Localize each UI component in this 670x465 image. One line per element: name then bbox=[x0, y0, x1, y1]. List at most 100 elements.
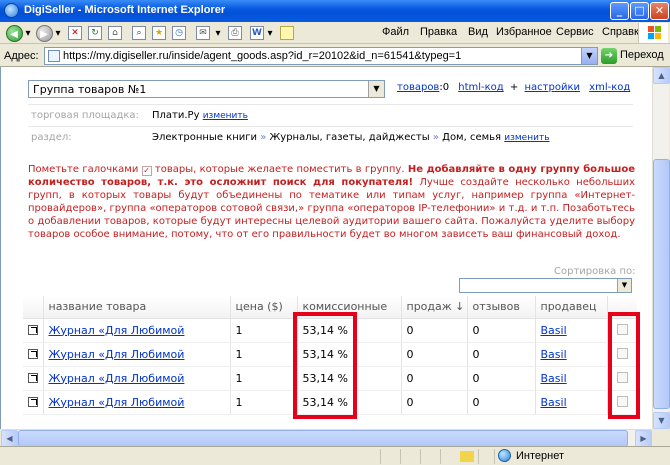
vertical-scroll-thumb[interactable] bbox=[653, 159, 670, 409]
row-sales: 0 bbox=[400, 342, 467, 367]
row-seller-cell: Basil bbox=[534, 318, 607, 343]
edit-button[interactable]: W bbox=[248, 24, 266, 42]
vertical-scrollbar[interactable]: ▲ ▼ bbox=[652, 67, 670, 429]
scroll-up-button[interactable]: ▲ bbox=[653, 67, 670, 84]
back-button[interactable]: ◀ bbox=[4, 24, 24, 42]
row-seller-cell: Basil bbox=[534, 366, 607, 391]
header-seller[interactable]: продавец bbox=[534, 296, 607, 319]
search-button[interactable]: ⌕ bbox=[130, 24, 148, 42]
seller-link[interactable]: Basil bbox=[541, 324, 567, 337]
row-reviews: 0 bbox=[466, 318, 535, 343]
external-link-icon[interactable] bbox=[28, 372, 38, 383]
favorites-button[interactable]: ★ bbox=[150, 24, 168, 42]
header-reviews[interactable]: отзывов bbox=[466, 296, 535, 319]
print-button[interactable]: ⎙ bbox=[226, 24, 244, 42]
external-link-icon[interactable] bbox=[28, 396, 38, 407]
status-bar: Интернет bbox=[0, 446, 670, 465]
group-select[interactable]: Группа товаров №1 ▼ bbox=[28, 80, 385, 98]
platform-row: торговая площадка: Плати.Ру изменить bbox=[28, 104, 633, 126]
close-button[interactable]: ✕ bbox=[650, 2, 669, 20]
notice-part-1: Пометьте галочками bbox=[28, 164, 139, 175]
menu-favorites[interactable]: Избранное bbox=[496, 26, 552, 38]
seller-link[interactable]: Basil bbox=[541, 372, 567, 385]
section-item-1: Электронные книги bbox=[152, 132, 257, 143]
ie-logo-icon bbox=[4, 3, 19, 18]
mail-dropdown-button[interactable]: ▾ bbox=[214, 24, 222, 42]
external-link-icon[interactable] bbox=[28, 348, 38, 359]
history-button[interactable]: ◷ bbox=[170, 24, 188, 42]
chevron-down-icon: ▼ bbox=[617, 279, 631, 292]
group-select-value: Группа товаров №1 bbox=[33, 83, 147, 96]
menu-file[interactable]: Файл bbox=[382, 26, 409, 38]
settings-link[interactable]: настройки bbox=[524, 82, 580, 93]
checkbox-highlight bbox=[608, 312, 640, 419]
menu-tools[interactable]: Сервис bbox=[556, 26, 594, 38]
edit-dropdown-button[interactable]: ▾ bbox=[266, 24, 274, 42]
group-links: товаров:0 html-код + настройки xml-код bbox=[397, 82, 630, 93]
toolbar: ◀ ▾ ▶ ▾ ✕ ↻ ⌂ ⌕ ★ ◷ ✉ ▾ ⎙ W ▾ Файл Правк… bbox=[0, 22, 670, 44]
refresh-button[interactable]: ↻ bbox=[86, 24, 104, 42]
xml-code-link[interactable]: xml-код bbox=[589, 82, 630, 93]
menu-view[interactable]: Вид bbox=[468, 26, 488, 38]
address-label: Адрес: bbox=[4, 50, 39, 62]
breadcrumb-arrow-icon: » bbox=[260, 132, 267, 143]
refresh-icon: ↻ bbox=[88, 26, 102, 40]
home-button[interactable]: ⌂ bbox=[106, 24, 124, 42]
sort-label: Сортировка по: bbox=[554, 266, 636, 277]
header-icon-cell bbox=[23, 296, 43, 319]
section-label: раздел: bbox=[31, 132, 72, 143]
horizontal-scrollbar[interactable]: ◀ ▶ bbox=[1, 429, 652, 447]
word-icon: W bbox=[250, 26, 264, 40]
product-link[interactable]: Журнал «Для Любимой bbox=[49, 348, 185, 361]
scroll-corner bbox=[652, 429, 670, 446]
header-sales[interactable]: продаж ↓ bbox=[400, 296, 467, 319]
go-button[interactable]: ➔ Переход bbox=[601, 47, 667, 65]
scroll-left-button[interactable]: ◀ bbox=[1, 430, 18, 447]
page-icon bbox=[48, 50, 60, 62]
stop-icon: ✕ bbox=[68, 26, 82, 40]
external-link-icon[interactable] bbox=[28, 324, 38, 335]
menu-edit[interactable]: Правка bbox=[420, 26, 457, 38]
product-link[interactable]: Журнал «Для Любимой bbox=[49, 372, 185, 385]
html-code-link[interactable]: html-код bbox=[458, 82, 503, 93]
section-change-link[interactable]: изменить bbox=[504, 133, 549, 143]
row-seller-cell: Basil bbox=[534, 390, 607, 415]
status-cell bbox=[440, 449, 460, 464]
horizontal-scroll-thumb[interactable] bbox=[18, 430, 628, 447]
scroll-down-button[interactable]: ▼ bbox=[653, 412, 670, 429]
row-name-cell: Журнал «Для Любимой bbox=[42, 342, 230, 367]
mail-button[interactable]: ✉ bbox=[194, 24, 212, 42]
row-price: 1 bbox=[229, 318, 297, 343]
seller-link[interactable]: Basil bbox=[541, 396, 567, 409]
minimize-button[interactable]: _ bbox=[610, 2, 629, 20]
sort-select[interactable]: ▼ bbox=[459, 278, 632, 293]
notice-part-2: товары, которые желаете поместить в груп… bbox=[154, 164, 405, 175]
stop-button[interactable]: ✕ bbox=[66, 24, 84, 42]
forward-arrow-icon: ▶ bbox=[35, 24, 53, 42]
header-name[interactable]: название товара bbox=[42, 296, 230, 319]
row-open-cell bbox=[23, 366, 43, 391]
seller-link[interactable]: Basil bbox=[541, 348, 567, 361]
maximize-button[interactable]: □ bbox=[630, 2, 649, 20]
row-sales: 0 bbox=[400, 390, 467, 415]
commission-highlight bbox=[293, 312, 357, 419]
platform-change-link[interactable]: изменить bbox=[203, 111, 248, 121]
header-price[interactable]: цена ($) bbox=[229, 296, 297, 319]
product-link[interactable]: Журнал «Для Любимой bbox=[49, 396, 185, 409]
status-cell bbox=[380, 449, 400, 464]
forward-dropdown-button[interactable]: ▾ bbox=[54, 24, 62, 42]
goods-count: :0 bbox=[439, 82, 450, 93]
goods-link[interactable]: товаров bbox=[397, 82, 439, 93]
address-dropdown-button[interactable]: ▼ bbox=[581, 48, 597, 64]
scroll-right-button[interactable]: ▶ bbox=[635, 430, 652, 447]
forward-button[interactable]: ▶ bbox=[34, 24, 54, 42]
address-input[interactable]: https://my.digiseller.ru/inside/agent_go… bbox=[44, 47, 598, 65]
title-bar: DigiSeller - Microsoft Internet Explorer… bbox=[0, 0, 670, 22]
discuss-button[interactable] bbox=[278, 24, 296, 42]
status-cell bbox=[400, 449, 420, 464]
page-content: Группа товаров №1 ▼ товаров:0 html-код +… bbox=[0, 67, 652, 429]
go-arrow-icon: ➔ bbox=[601, 48, 617, 64]
row-reviews: 0 bbox=[466, 390, 535, 415]
product-link[interactable]: Журнал «Для Любимой bbox=[49, 324, 185, 337]
back-dropdown-button[interactable]: ▾ bbox=[24, 24, 32, 42]
